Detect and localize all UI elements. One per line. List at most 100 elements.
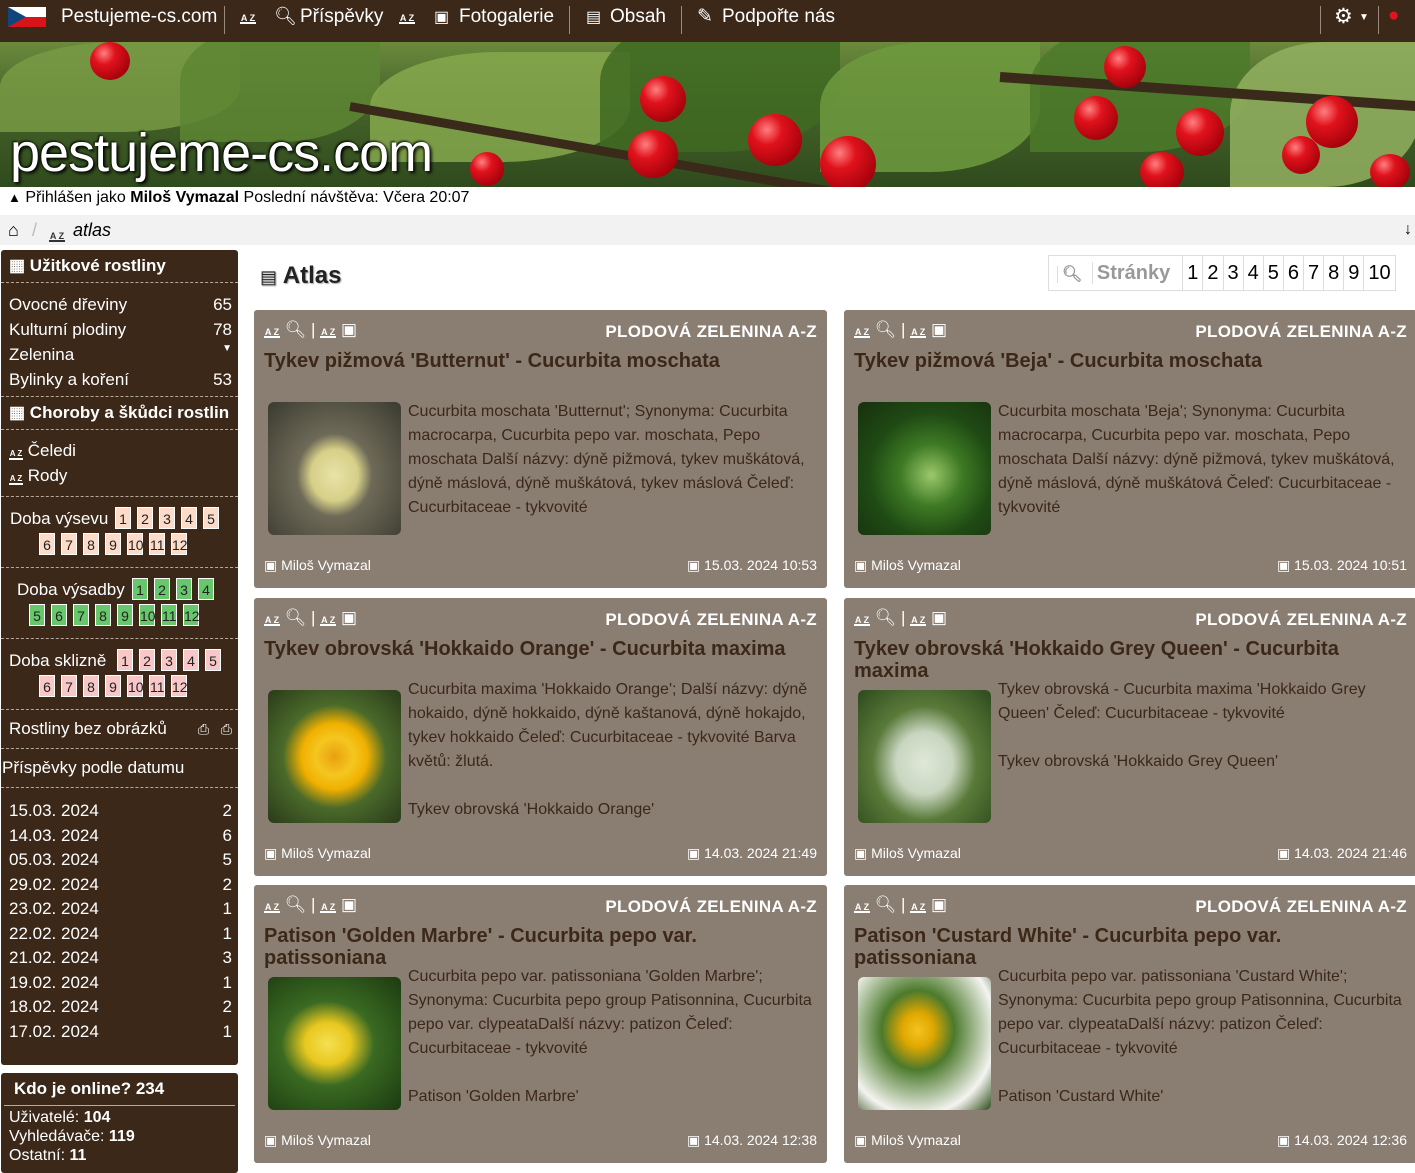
date-list-item[interactable]: 19.02. 2024 1 (1, 970, 238, 995)
date-list-item[interactable]: 05.03. 2024 5 (1, 847, 238, 872)
site-name-link[interactable]: Pestujeme-cs.com (61, 6, 217, 28)
month-7-button[interactable]: 7 (73, 604, 89, 626)
page-4-link[interactable]: 4 (1242, 255, 1263, 291)
home-icon[interactable]: ⌂ (8, 215, 19, 245)
search-icon[interactable]: 🔍︎ (274, 6, 297, 27)
month-10-button[interactable]: 10 (127, 533, 144, 555)
az-sort-icon[interactable]: A Z (854, 616, 870, 626)
page-3-link[interactable]: 3 (1222, 255, 1243, 291)
user-icon[interactable]: ● (1388, 5, 1399, 27)
date-list-item[interactable]: 17.02. 2024 1 (1, 1019, 238, 1044)
arrow-down-icon[interactable]: ↓ (1404, 215, 1412, 245)
month-6-button[interactable]: 6 (51, 604, 67, 626)
az-sort-icon[interactable]: A Z (910, 903, 927, 913)
sidebar-item-crops[interactable]: Kulturní plodiny 78 (1, 317, 238, 342)
card-author[interactable]: ▣ Miloš Vymazal (264, 557, 371, 574)
date-list-item[interactable]: 15.03. 2024 2 (1, 798, 238, 823)
search-icon[interactable]: 🔍︎ (285, 608, 307, 627)
site-logo[interactable]: pestujeme-cs.com (10, 122, 433, 184)
caret-down-icon[interactable]: ▼ (222, 342, 232, 367)
month-7-button[interactable]: 7 (61, 675, 77, 697)
month-10-button[interactable]: 10 (127, 675, 144, 697)
search-icon[interactable]: 🔍︎ (875, 895, 897, 914)
date-list-item[interactable]: 29.02. 2024 2 (1, 872, 238, 897)
card-title[interactable]: Tykev obrovská 'Hokkaido Orange' - Cucur… (264, 638, 814, 660)
useful-plants-heading[interactable]: ▦ Užitkové rostliny (1, 250, 238, 282)
month-2-button[interactable]: 2 (139, 649, 155, 671)
month-6-button[interactable]: 6 (39, 675, 55, 697)
page-5-link[interactable]: 5 (1262, 255, 1283, 291)
date-list-item[interactable]: 22.02. 2024 1 (1, 921, 238, 946)
card-title[interactable]: Tykev pižmová 'Butternut' - Cucurbita mo… (264, 350, 814, 372)
card-thumbnail[interactable] (268, 977, 401, 1110)
month-12-button[interactable]: 12 (171, 533, 188, 555)
nav-posts-link[interactable]: Příspěvky (300, 6, 383, 28)
page-7-link[interactable]: 7 (1303, 255, 1323, 291)
card-title[interactable]: Tykev obrovská 'Hokkaido Grey Queen' - C… (854, 638, 1404, 682)
camera-icon[interactable]: ▣ (931, 895, 947, 914)
sidebar-item-no-images[interactable]: Rostliny bez obrázků ⎙ ⎙ (1, 710, 238, 748)
card-thumbnail[interactable] (268, 690, 401, 823)
card-category[interactable]: PLODOVÁ ZELENINA A-Z (605, 897, 817, 917)
card-thumbnail[interactable] (268, 402, 401, 535)
atlas-card[interactable]: A Z 🔍︎ | A Z ▣ PLODOVÁ ZELENINA A-Z Tykev … (844, 598, 1415, 876)
breadcrumb-current[interactable]: atlas (73, 215, 111, 245)
az-sort-icon[interactable]: A Z (240, 8, 256, 26)
nav-gallery-link[interactable]: Fotogalerie (459, 6, 554, 28)
month-1-button[interactable]: 1 (132, 578, 148, 600)
card-author[interactable]: ▣ Miloš Vymazal (854, 1132, 961, 1149)
month-1-button[interactable]: 1 (115, 507, 131, 529)
month-5-button[interactable]: 5 (203, 507, 219, 529)
card-author[interactable]: ▣ Miloš Vymazal (854, 845, 961, 862)
atlas-card[interactable]: A Z 🔍︎ | A Z ▣ PLODOVÁ ZELENINA A-Z Tykev … (844, 310, 1415, 588)
camera-icon[interactable]: ▣ (341, 320, 357, 339)
date-list-item[interactable]: 21.02. 2024 3 (1, 945, 238, 970)
page-8-link[interactable]: 8 (1323, 255, 1343, 291)
atlas-card[interactable]: A Z 🔍︎ | A Z ▣ PLODOVÁ ZELENINA A-Z Patiso… (254, 885, 827, 1163)
search-icon[interactable]: 🔍︎ (875, 608, 897, 627)
sidebar-item-families[interactable]: A Z Čeledi (1, 438, 238, 463)
month-9-button[interactable]: 9 (117, 604, 133, 626)
nav-content-link[interactable]: Obsah (610, 6, 666, 28)
month-3-button[interactable]: 3 (161, 649, 177, 671)
card-category[interactable]: PLODOVÁ ZELENINA A-Z (1195, 322, 1407, 342)
az-sort-icon[interactable]: A Z (320, 328, 337, 338)
az-sort-icon[interactable]: A Z (910, 328, 927, 338)
printer-icon[interactable]: ⎙ ⎙ (198, 710, 232, 748)
atlas-card[interactable]: A Z 🔍︎ | A Z ▣ PLODOVÁ ZELENINA A-Z Patiso… (844, 885, 1415, 1163)
month-5-button[interactable]: 5 (29, 604, 45, 626)
az-sort-icon[interactable]: A Z (854, 903, 870, 913)
card-thumbnail[interactable] (858, 977, 991, 1110)
month-12-button[interactable]: 12 (183, 604, 200, 626)
az-sort-icon[interactable]: A Z (399, 8, 415, 26)
page-10-link[interactable]: 10 (1363, 255, 1394, 291)
card-category[interactable]: PLODOVÁ ZELENINA A-Z (1195, 610, 1407, 630)
month-2-button[interactable]: 2 (137, 507, 153, 529)
sidebar-item-herbs[interactable]: Bylinky a koření 53 (1, 367, 238, 392)
month-9-button[interactable]: 9 (105, 533, 121, 555)
document-icon[interactable]: ▤ (586, 7, 601, 27)
card-author[interactable]: ▣ Miloš Vymazal (264, 845, 371, 862)
sidebar-item-genera[interactable]: A Z Rody (1, 463, 238, 488)
month-3-button[interactable]: 3 (159, 507, 175, 529)
page-1-link[interactable]: 1 (1182, 255, 1202, 291)
nav-support-link[interactable]: Podpořte nás (722, 6, 835, 28)
card-author[interactable]: ▣ Miloš Vymazal (854, 557, 961, 574)
page-6-link[interactable]: 6 (1282, 255, 1303, 291)
pencil-icon[interactable]: ✎ (697, 5, 713, 28)
card-title[interactable]: Patison 'Custard White' - Cucurbita pepo… (854, 925, 1404, 969)
card-category[interactable]: PLODOVÁ ZELENINA A-Z (605, 610, 817, 630)
month-11-button[interactable]: 11 (161, 604, 177, 626)
sidebar-item-fruit-trees[interactable]: Ovocné dřeviny 65 (1, 292, 238, 317)
card-thumbnail[interactable] (858, 690, 991, 823)
az-sort-icon[interactable]: A Z (264, 903, 280, 913)
month-11-button[interactable]: 11 (149, 675, 165, 697)
chevron-down-icon[interactable]: ▼ (1359, 12, 1369, 23)
atlas-card[interactable]: A Z 🔍︎ | A Z ▣ PLODOVÁ ZELENINA A-Z Tykev … (254, 598, 827, 876)
az-sort-icon[interactable]: A Z (320, 616, 337, 626)
az-sort-icon[interactable]: A Z (264, 328, 280, 338)
sidebar-item-vegetables[interactable]: Zelenina ▼ (1, 342, 238, 367)
month-2-button[interactable]: 2 (154, 578, 170, 600)
month-4-button[interactable]: 4 (181, 507, 197, 529)
month-4-button[interactable]: 4 (198, 578, 214, 600)
